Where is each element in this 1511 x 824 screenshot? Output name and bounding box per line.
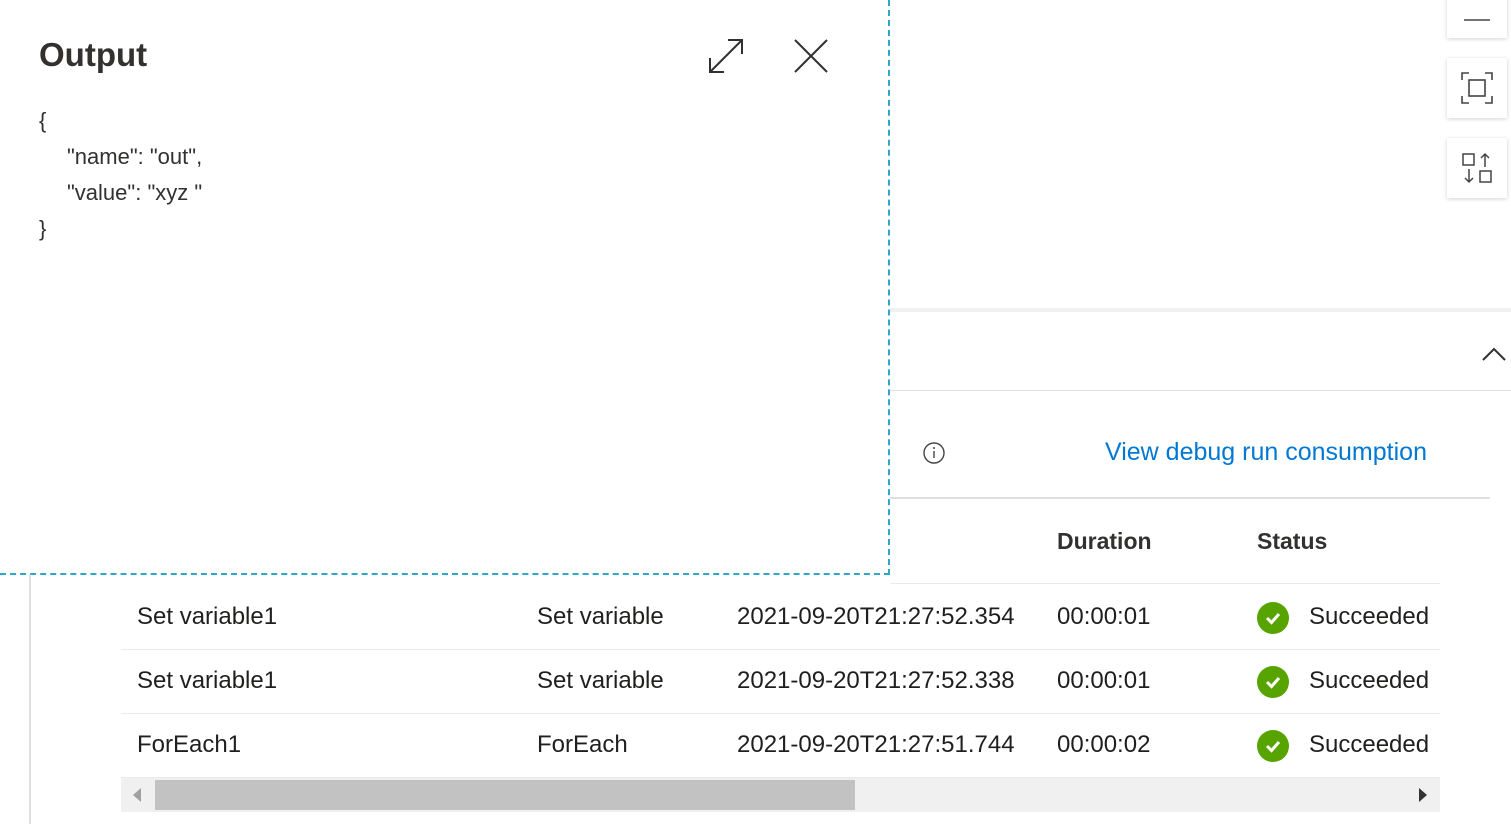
run-start: 2021-09-20T21:27:52.354 [737,603,1015,630]
duration: 00:00:02 [1057,731,1151,758]
activity-name: Set variable1 [137,667,278,694]
view-debug-run-consumption-link[interactable]: View debug run consumption [1105,438,1427,467]
activity-runs-header-bar [890,312,1511,391]
table-row[interactable]: Set variable1 Set variable 2021-09-20T21… [121,649,1440,714]
success-check-icon [1257,666,1289,698]
close-icon[interactable] [792,37,830,75]
duration: 00:00:01 [1057,603,1151,630]
horizontal-scrollbar[interactable] [121,778,1440,812]
status-text: Succeeded [1309,667,1430,694]
run-start: 2021-09-20T21:27:52.338 [737,667,1015,694]
json-line: { [39,108,47,133]
output-title: Output [39,36,148,73]
table-row[interactable]: Set variable1 Set variable 2021-09-20T21… [121,585,1440,650]
status-text: Succeeded [1309,731,1430,758]
header-divider [890,583,1440,584]
json-line: "name": "out", [67,144,203,169]
run-start: 2021-09-20T21:27:51.744 [737,731,1015,758]
status-text: Succeeded [1309,603,1430,630]
scroll-right-arrow-icon[interactable] [1419,788,1427,802]
activity-type: ForEach [537,731,628,758]
expand-icon[interactable] [706,36,746,76]
minus-icon [1464,19,1490,21]
column-header-status[interactable]: Status [1257,528,1327,555]
auto-align-button[interactable] [1447,138,1507,198]
zoom-out-button[interactable] [1447,0,1507,38]
toolbar-divider [890,497,1490,499]
scrollbar-thumb[interactable] [155,780,855,810]
column-header-duration[interactable]: Duration [1057,528,1152,555]
activity-type: Set variable [537,603,664,630]
json-line: } [39,216,47,241]
auto-align-icon [1462,152,1492,184]
scroll-left-arrow-icon[interactable] [133,788,141,802]
success-check-icon [1257,602,1289,634]
info-icon[interactable] [922,441,946,465]
activity-type: Set variable [537,667,664,694]
left-rail-divider [29,575,31,824]
success-check-icon [1257,730,1289,762]
fit-to-screen-button[interactable] [1447,58,1507,118]
json-line: "value": "xyz " [67,180,203,205]
duration: 00:00:01 [1057,667,1151,694]
fit-to-screen-icon [1461,72,1493,104]
chevron-up-icon[interactable] [1481,345,1507,363]
output-panel: Output { "name": "out", "value": "xyz " … [0,0,890,575]
table-row[interactable]: ForEach1 ForEach 2021-09-20T21:27:51.744… [121,713,1440,778]
activity-name: ForEach1 [137,731,242,758]
activity-name: Set variable1 [137,603,278,630]
